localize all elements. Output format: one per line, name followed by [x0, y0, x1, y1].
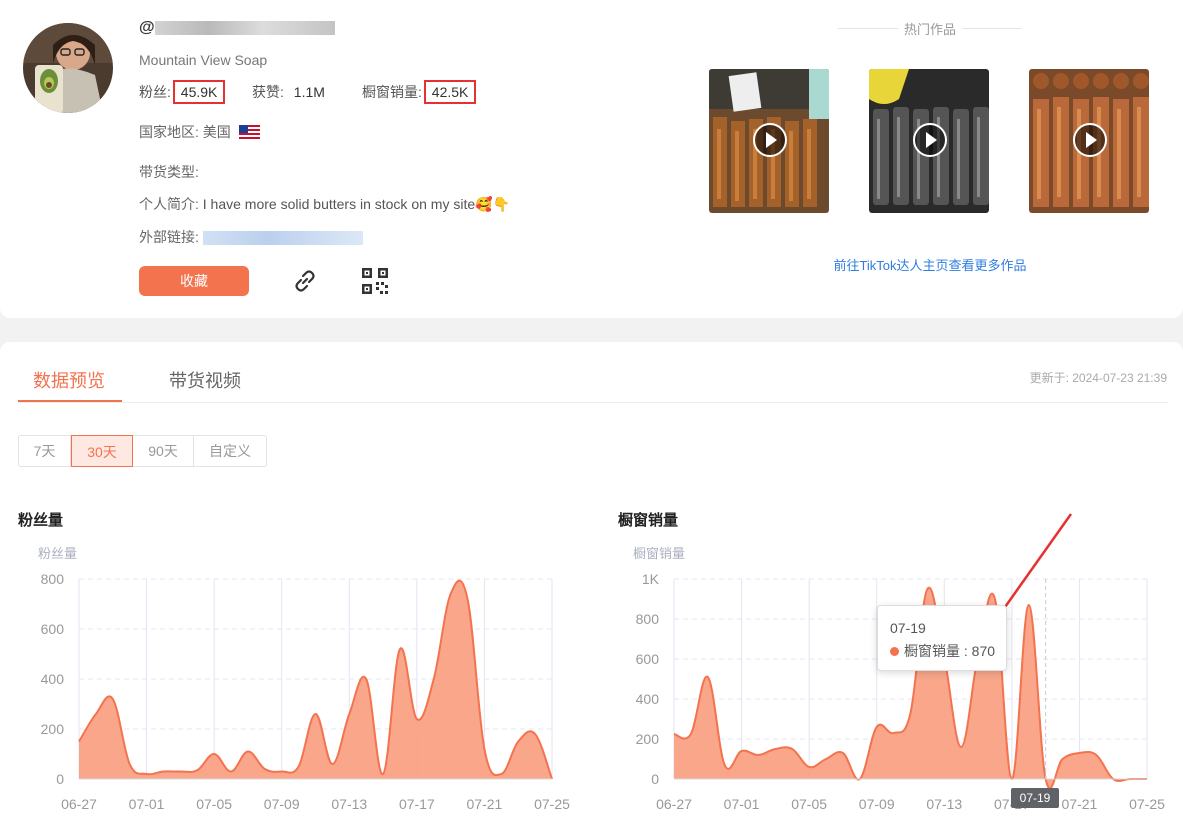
series-area [79, 580, 552, 779]
region-label: 国家地区: [139, 124, 199, 140]
play-icon [1073, 123, 1107, 157]
followers-label: 粉丝: [139, 84, 171, 100]
y-axis-title: 粉丝量 [38, 546, 77, 561]
tab-divider [18, 402, 1168, 403]
y-tick-label: 400 [636, 691, 660, 707]
qr-code-icon[interactable] [360, 266, 390, 296]
followers-value: 45.9K [172, 80, 226, 104]
bio-value: I have more solid butters in stock on my… [202, 196, 510, 212]
series-dot-icon [890, 647, 899, 656]
avatar [23, 23, 113, 113]
followers-stat: 粉丝: 45.9K [139, 80, 226, 104]
followers-chart[interactable]: 粉丝量 0 200 400 600 800 06-27 07-01 07-05 07-09 07-1… [0, 535, 575, 820]
x-tick-label: 07-13 [926, 796, 962, 812]
likes-value: 1.1M [293, 84, 325, 100]
tooltip-date: 07-19 [890, 620, 926, 636]
bio-row: 个人简介: I have more solid butters in stock… [139, 194, 510, 214]
us-flag-icon [238, 125, 260, 139]
showcase-chart-title: 橱窗销量 [618, 512, 679, 529]
chart-tooltip: 07-19 橱窗销量 : 870 [877, 605, 1007, 671]
y-tick-label: 1K [642, 571, 660, 587]
tab-sales-videos[interactable]: 带货视频 [169, 367, 241, 393]
range-30-days[interactable]: 30天 [71, 435, 133, 467]
y-tick-label: 800 [636, 611, 660, 627]
axis-pointer-label: 07-19 [1011, 788, 1059, 808]
showcase-value: 42.5K [423, 80, 477, 104]
category-row: 带货类型: [139, 162, 199, 182]
username: @ [139, 19, 335, 37]
region-value: 美国 [202, 124, 231, 140]
region-row: 国家地区: 美国 [139, 122, 260, 142]
y-tick-label: 200 [41, 721, 65, 737]
range-custom[interactable]: 自定义 [194, 436, 266, 466]
likes-stat: 获赞: 1.1M [252, 82, 325, 102]
username-prefix: @ [139, 19, 155, 36]
link-icon[interactable] [290, 266, 320, 296]
category-label: 带货类型: [139, 164, 199, 180]
x-tick-label: 07-13 [331, 796, 367, 812]
showcase-stat: 橱窗销量: 42.5K [362, 80, 477, 104]
x-tick-label: 06-27 [61, 796, 97, 812]
x-tick-label: 07-21 [467, 796, 503, 812]
bio-label: 个人简介: [139, 196, 199, 212]
x-tick-label: 07-05 [196, 796, 232, 812]
tab-data-preview[interactable]: 数据预览 [33, 367, 105, 393]
range-90-days[interactable]: 90天 [133, 436, 194, 466]
hot-videos-title: 热门作品 [903, 22, 956, 37]
showcase-label: 橱窗销量: [362, 84, 422, 100]
external-link-label: 外部链接: [139, 229, 199, 245]
x-tick-label: 07-01 [129, 796, 165, 812]
updated-timestamp: 更新于: 2024-07-23 21:39 [1029, 371, 1167, 385]
y-tick-label: 600 [636, 651, 660, 667]
hot-video-3[interactable] [1029, 69, 1149, 213]
x-tick-label: 07-17 [399, 796, 435, 812]
x-tick-label: 07-09 [859, 796, 895, 812]
x-tick-label: 07-25 [1129, 796, 1165, 812]
tooltip-row: 橱窗销量 : 870 [890, 641, 995, 661]
play-icon [913, 123, 947, 157]
username-redacted [154, 20, 335, 35]
y-tick-label: 800 [41, 571, 65, 587]
y-tick-label: 0 [651, 771, 659, 787]
favorite-button[interactable]: 收藏 [139, 266, 249, 296]
external-link-redacted[interactable] [202, 231, 363, 246]
hot-video-1[interactable] [709, 69, 829, 213]
x-tick-label: 07-09 [264, 796, 300, 812]
y-tick-label: 600 [41, 621, 65, 637]
external-link-row: 外部链接: [139, 227, 363, 247]
y-tick-label: 200 [636, 731, 660, 747]
tooltip-value: 870 [971, 643, 996, 659]
x-tick-label: 07-25 [534, 796, 570, 812]
likes-label: 获赞: [252, 84, 284, 100]
y-tick-label: 0 [56, 771, 64, 787]
y-tick-label: 400 [41, 671, 65, 687]
shop-name: Mountain View Soap [139, 52, 268, 68]
x-tick-label: 06-27 [656, 796, 692, 812]
x-tick-label: 07-05 [791, 796, 827, 812]
play-icon [753, 123, 787, 157]
tooltip-label: 橱窗销量 [904, 643, 960, 659]
x-tick-label: 07-01 [724, 796, 760, 812]
y-axis-title: 橱窗销量 [633, 546, 685, 561]
followers-chart-title: 粉丝量 [18, 512, 64, 529]
x-tick-label: 07-21 [1062, 796, 1098, 812]
date-range-selector: 7天 30天 90天 自定义 [18, 435, 267, 467]
more-videos-link[interactable]: 前往TikTok达人主页查看更多作品 [780, 255, 1080, 274]
hot-video-2[interactable] [869, 69, 989, 213]
range-7-days[interactable]: 7天 [19, 436, 71, 466]
